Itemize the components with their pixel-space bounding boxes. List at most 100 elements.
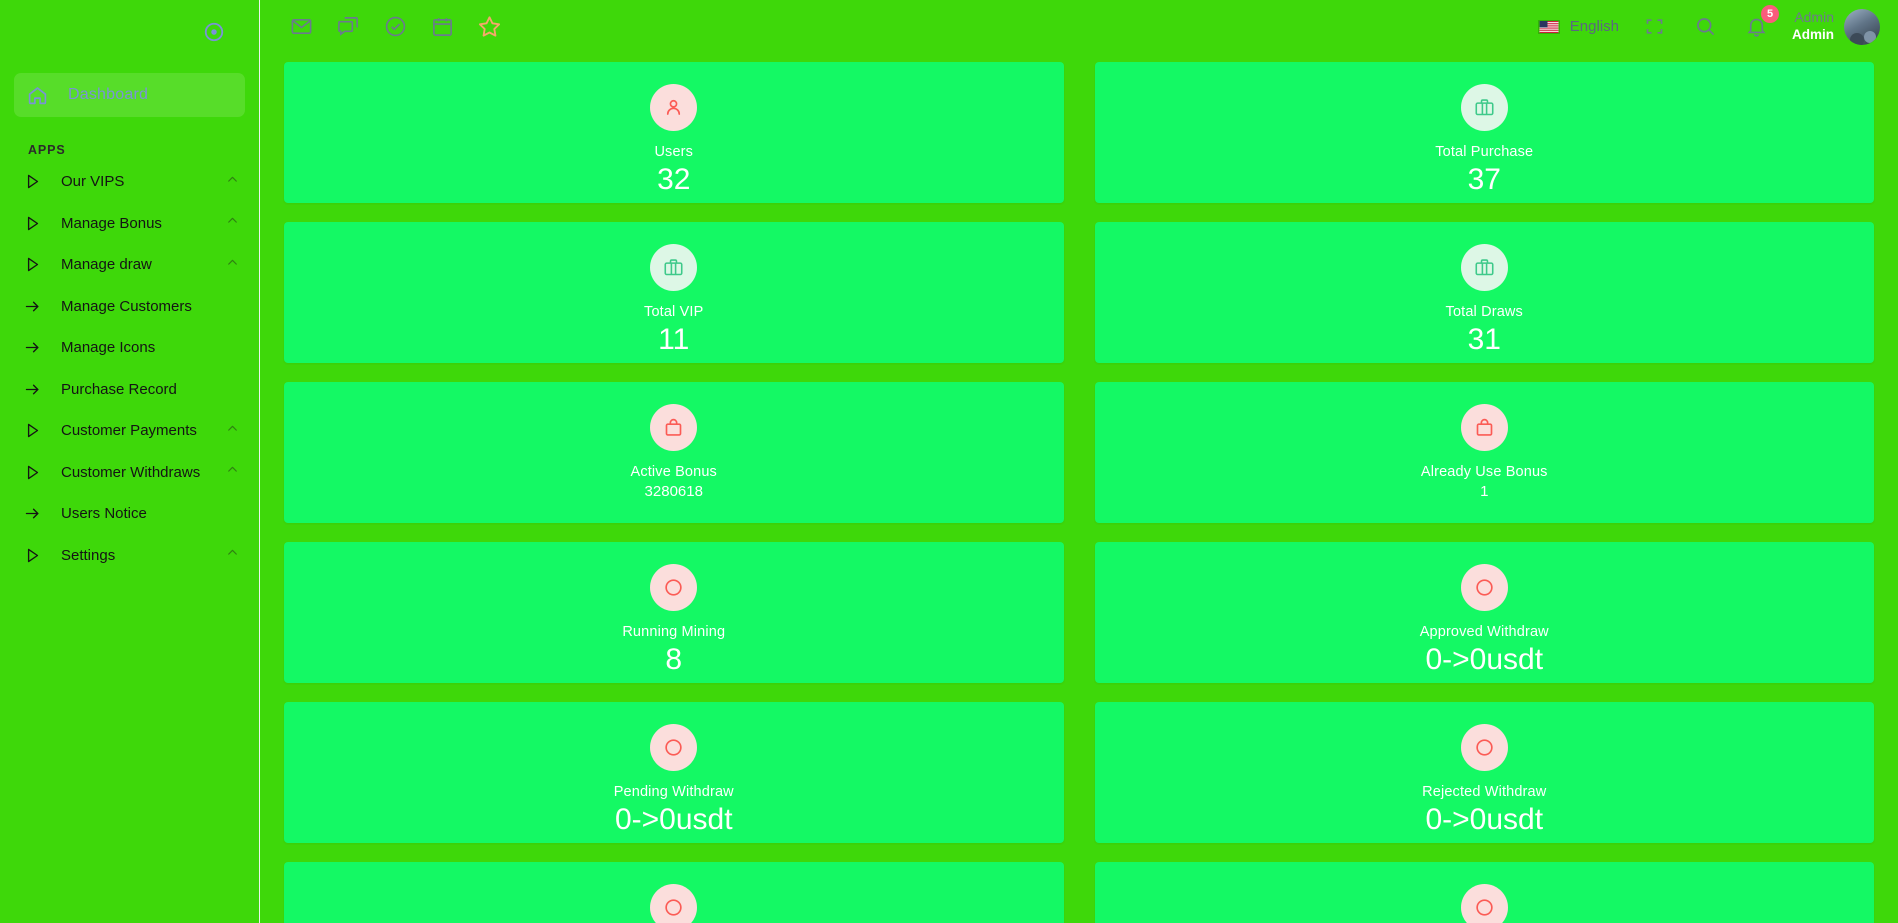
chevron-up-icon[interactable] (226, 422, 239, 440)
circle-icon (650, 724, 698, 771)
user-icon (650, 84, 698, 131)
chat-icon[interactable] (333, 11, 364, 42)
circle-icon (650, 564, 698, 611)
circle-icon (1460, 884, 1508, 923)
chevron-up-icon[interactable] (226, 463, 239, 481)
sidebar-item-settings[interactable]: Settings (0, 535, 259, 577)
sidebar-item-label: Purchase Record (61, 380, 177, 398)
topbar-actions: English 5 Admin Admin (1537, 5, 1880, 45)
dashboard-content: Users 32 Total Purchase 37 Total VIP 11 Total … (260, 53, 1898, 923)
avatar (1844, 8, 1880, 45)
check-circle-icon[interactable] (380, 11, 411, 42)
sidebar-item-manage-bonus[interactable]: Manage Bonus (0, 203, 259, 245)
stat-card-value: 1 (1480, 483, 1489, 500)
mail-icon[interactable] (286, 11, 317, 42)
sidebar-item-dashboard-label: Dashboard (68, 86, 149, 103)
stat-card[interactable]: Total Purchase 37 (1094, 62, 1874, 203)
sidebar-item-manage-customers[interactable]: Manage Customers (0, 286, 259, 328)
stat-card-value: 0->0usdt (614, 803, 733, 836)
stat-card-title: Total VIP (644, 304, 704, 320)
sidebar-item-purchase-record[interactable]: Purchase Record (0, 369, 259, 411)
arrow-right-icon (24, 381, 50, 398)
chevron-up-icon[interactable] (226, 173, 239, 191)
bag-icon (1460, 84, 1508, 131)
stat-card-grid: Users 32 Total Purchase 37 Total VIP 11 Total … (284, 62, 1874, 923)
sidebar-item-label: Our VIPS (61, 173, 125, 191)
stat-card[interactable]: Active Bonus 3280618 (284, 382, 1064, 523)
circle-icon (650, 884, 698, 923)
stat-card-title: Active Bonus (630, 464, 717, 480)
stat-card-title: Rejected Withdraw (1422, 784, 1547, 800)
stat-card-title: Pending Withdraw (613, 784, 734, 800)
stat-card-value: 11 (658, 323, 690, 356)
chevron-up-icon[interactable] (226, 546, 239, 564)
sidebar-item-our-vips[interactable]: Our VIPS (0, 161, 259, 203)
bag-icon (1460, 244, 1508, 291)
notification-badge: 5 (1761, 5, 1779, 23)
sidebar-item-dashboard[interactable]: Dashboard (14, 73, 245, 117)
stat-card[interactable] (1094, 862, 1874, 923)
sidebar-item-label: Customer Payments (61, 422, 197, 440)
stat-card-value: 0->0usdt (1425, 803, 1544, 836)
notifications-button[interactable]: 5 (1741, 5, 1779, 42)
bag-icon (650, 244, 698, 291)
user-role: Admin (1792, 26, 1834, 42)
stat-card-value: 3280618 (644, 483, 703, 500)
language-selector[interactable]: English (1537, 18, 1619, 35)
sidebar-logo[interactable] (0, 0, 259, 64)
sidebar-item-customer-payments[interactable]: Customer Payments (0, 410, 259, 452)
stat-card-value: 8 (665, 643, 683, 676)
chevron-up-icon[interactable] (226, 256, 239, 274)
stat-card[interactable]: Total Draws 31 (1094, 222, 1874, 363)
topbar: English 5 Admin Admin (260, 0, 1898, 53)
fullscreen-icon[interactable] (1639, 11, 1670, 42)
user-menu[interactable]: Admin Admin (1792, 8, 1880, 45)
us-flag-icon (1537, 19, 1560, 34)
shopping-bag-icon (650, 404, 698, 451)
stat-card-title: Running Mining (622, 624, 726, 640)
sidebar-item-label: Manage Icons (61, 339, 156, 357)
stat-card-title: Users (654, 144, 694, 160)
calendar-icon[interactable] (427, 11, 458, 42)
arrow-right-icon (24, 298, 50, 315)
stat-card[interactable]: Pending Withdraw 0->0usdt (284, 702, 1064, 843)
stat-card-value: 37 (1467, 163, 1501, 196)
sidebar: Dashboard APPS Our VIPS Manage Bonus Manag… (0, 0, 260, 923)
target-disc-icon (203, 21, 225, 43)
topbar-quick-icons (286, 11, 505, 42)
arrow-right-icon (24, 505, 50, 522)
stat-card[interactable]: Rejected Withdraw 0->0usdt (1094, 702, 1874, 843)
stat-card[interactable]: Users 32 (284, 62, 1064, 203)
stat-card[interactable]: Total VIP 11 (284, 222, 1064, 363)
stat-card-value: 31 (1467, 323, 1501, 356)
stat-card-title: Total Purchase (1435, 144, 1534, 160)
circle-icon (1460, 564, 1508, 611)
arrow-right-icon (24, 339, 50, 356)
sidebar-item-users-notice[interactable]: Users Notice (0, 493, 259, 535)
language-label: English (1569, 18, 1619, 35)
sidebar-item-manage-draw[interactable]: Manage draw (0, 244, 259, 286)
stat-card[interactable]: Already Use Bonus 1 (1094, 382, 1874, 523)
triangle-right-icon (24, 547, 50, 564)
sidebar-nav: Our VIPS Manage Bonus Manage draw Manage Cu… (0, 161, 259, 576)
chevron-up-icon[interactable] (226, 214, 239, 232)
stat-card-value: 0->0usdt (1425, 643, 1544, 676)
home-icon (27, 85, 48, 106)
stat-card[interactable]: Approved Withdraw 0->0usdt (1094, 542, 1874, 683)
sidebar-item-label: Customer Withdraws (61, 463, 201, 481)
stat-card[interactable]: Running Mining 8 (284, 542, 1064, 683)
user-name: Admin (1794, 9, 1834, 26)
stat-card-value: 32 (657, 163, 691, 196)
search-icon[interactable] (1690, 11, 1721, 42)
triangle-right-icon (24, 422, 50, 439)
stat-card[interactable] (284, 862, 1064, 923)
sidebar-item-label: Manage Customers (61, 297, 192, 315)
main-area: English 5 Admin Admin Users 32 Total Pur… (260, 0, 1898, 923)
triangle-right-icon (24, 464, 50, 481)
sidebar-item-manage-icons[interactable]: Manage Icons (0, 327, 259, 369)
triangle-right-icon (24, 256, 50, 273)
sidebar-item-customer-withdraws[interactable]: Customer Withdraws (0, 452, 259, 494)
star-icon[interactable] (474, 11, 505, 42)
triangle-right-icon (24, 173, 50, 190)
app-root: Dashboard APPS Our VIPS Manage Bonus Manag… (0, 0, 1898, 923)
